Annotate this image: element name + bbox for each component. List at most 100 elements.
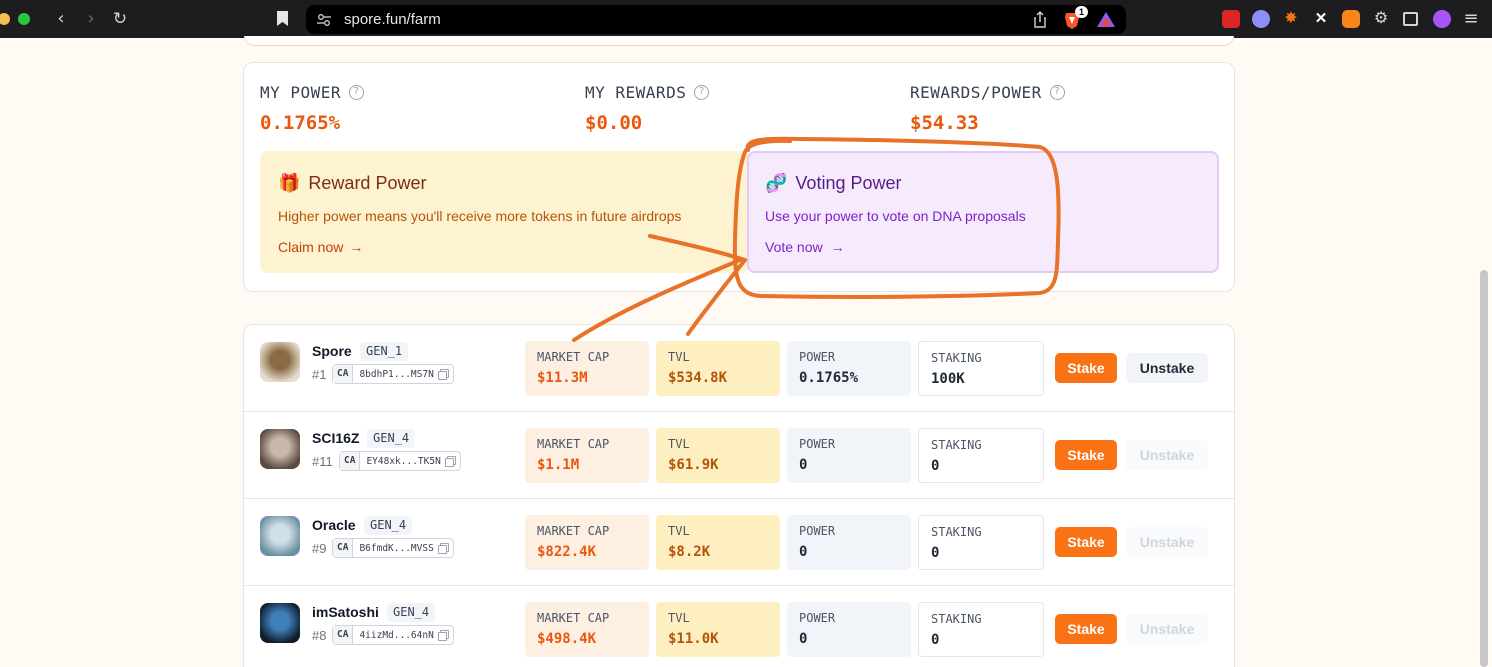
staking-cell: STAKING 0 xyxy=(918,602,1044,657)
browser-toolbar: ‹ › ↻ spore.fun/farm 1 ✸ ✕ ⚙ ≡ xyxy=(0,0,1492,38)
unstake-button[interactable]: Unstake xyxy=(1126,440,1208,470)
dna-icon: 🧬 xyxy=(765,173,788,193)
site-settings-icon[interactable] xyxy=(316,12,332,28)
reward-power-title: Reward Power xyxy=(308,173,427,193)
market-cap-label: MARKET CAP xyxy=(537,611,610,625)
stake-button[interactable]: Stake xyxy=(1055,527,1117,557)
window-minimize-button[interactable] xyxy=(0,13,10,25)
extensions-puzzle-icon[interactable]: ⚙ xyxy=(1372,10,1390,28)
help-icon[interactable]: ? xyxy=(1049,85,1065,100)
help-icon[interactable]: ? xyxy=(694,85,710,100)
copy-icon[interactable] xyxy=(444,456,456,467)
tvl-value: $8.2K xyxy=(668,544,711,560)
contract-address-box[interactable]: CA B6fmdK...MVSS xyxy=(332,538,454,558)
market-cap-value: $822.4K xyxy=(537,544,597,560)
contract-address-box[interactable]: CA EY48xk...TK5N xyxy=(339,451,461,471)
stake-button[interactable]: Stake xyxy=(1055,440,1117,470)
my-rewards-value: $0.00 xyxy=(585,112,643,134)
staking-cell: STAKING 0 xyxy=(918,515,1044,570)
extension-ghost-icon[interactable] xyxy=(1252,10,1270,28)
generation-badge: GEN_4 xyxy=(367,429,416,448)
tvl-cell: TVL $11.0K xyxy=(656,602,780,657)
unstake-button[interactable]: Unstake xyxy=(1126,527,1208,557)
reward-power-panel: 🎁 Reward Power Higher power means you'll … xyxy=(260,151,750,273)
token-avatar xyxy=(260,429,300,469)
menu-icon[interactable]: ≡ xyxy=(1460,8,1482,30)
token-name[interactable]: Oracle xyxy=(312,517,356,533)
contract-address-box[interactable]: CA 4iizMd...64nN xyxy=(332,625,454,645)
contract-address: 4iizMd...64nN xyxy=(359,629,434,641)
my-power-value: 0.1765% xyxy=(260,112,341,134)
share-icon[interactable] xyxy=(1030,10,1050,30)
market-cap-cell: MARKET CAP $1.1M xyxy=(525,428,649,483)
help-icon[interactable]: ? xyxy=(349,85,365,100)
rewards-per-power-value: $54.33 xyxy=(910,112,979,134)
arrow-right-icon: → xyxy=(830,239,845,255)
contract-address: EY48xk...TK5N xyxy=(366,455,441,467)
tvl-label: TVL xyxy=(668,437,690,451)
generation-badge: GEN_1 xyxy=(360,342,409,361)
metamask-icon[interactable] xyxy=(1342,10,1360,28)
staking-label: STAKING xyxy=(931,438,982,452)
staking-value: 0 xyxy=(931,545,940,561)
stake-button[interactable]: Stake xyxy=(1055,353,1117,383)
copy-icon[interactable] xyxy=(437,543,449,554)
profile-avatar-icon[interactable] xyxy=(1433,10,1451,28)
power-label: POWER xyxy=(799,350,836,364)
window-zoom-button[interactable] xyxy=(18,13,30,25)
staking-value: 0 xyxy=(931,458,940,474)
bookmark-icon[interactable] xyxy=(276,10,289,27)
reload-icon[interactable]: ↻ xyxy=(109,8,131,30)
token-name[interactable]: SCI16Z xyxy=(312,430,359,446)
power-cell: POWER 0 xyxy=(787,602,911,657)
market-cap-cell: MARKET CAP $11.3M xyxy=(525,341,649,396)
power-value: 0 xyxy=(799,631,808,647)
power-label: POWER xyxy=(799,437,836,451)
token-avatar xyxy=(260,342,300,382)
sidebar-toggle-icon[interactable] xyxy=(1403,12,1418,26)
market-cap-cell: MARKET CAP $498.4K xyxy=(525,602,649,657)
address-bar[interactable]: spore.fun/farm 1 xyxy=(306,5,1126,34)
my-power-stat: MY POWER? 0.1765% xyxy=(260,83,365,134)
token-rank: #1 xyxy=(312,367,327,382)
tvl-value: $61.9K xyxy=(668,457,719,473)
table-row: imSatoshi GEN_4 #8 CA 4iizMd...64nN MARK… xyxy=(244,586,1234,667)
vote-now-link[interactable]: Vote now → xyxy=(765,239,845,255)
previous-card-bottom xyxy=(244,36,1234,46)
power-cell: POWER 0.1765% xyxy=(787,341,911,396)
brave-rewards-icon[interactable] xyxy=(1096,10,1116,30)
unstake-button[interactable]: Unstake xyxy=(1126,614,1208,644)
token-name[interactable]: imSatoshi xyxy=(312,604,379,620)
url-text[interactable]: spore.fun/farm xyxy=(344,11,441,28)
forward-icon[interactable]: › xyxy=(80,8,102,30)
token-rank: #9 xyxy=(312,541,327,556)
brave-shields-badge: 1 xyxy=(1075,6,1088,18)
stake-button[interactable]: Stake xyxy=(1055,614,1117,644)
table-row: SCI16Z GEN_4 #11 CA EY48xk...TK5N MARKET… xyxy=(244,412,1234,499)
ca-tag: CA xyxy=(333,539,354,557)
power-value: 0 xyxy=(799,457,808,473)
unstake-button[interactable]: Unstake xyxy=(1126,353,1208,383)
tvl-cell: TVL $534.8K xyxy=(656,341,780,396)
contract-address-box[interactable]: CA 8bdhP1...MS7N xyxy=(332,364,454,384)
extension-1-icon[interactable] xyxy=(1222,10,1240,28)
token-avatar xyxy=(260,603,300,643)
extension-x-icon[interactable]: ✕ xyxy=(1312,10,1330,28)
staking-value: 100K xyxy=(931,371,965,387)
page-scrollbar[interactable] xyxy=(1480,270,1488,667)
back-icon[interactable]: ‹ xyxy=(50,8,72,30)
staking-label: STAKING xyxy=(931,351,982,365)
staking-cell: STAKING 100K xyxy=(918,341,1044,396)
ca-tag: CA xyxy=(340,452,361,470)
extension-burst-icon[interactable]: ✸ xyxy=(1282,10,1300,28)
tvl-cell: TVL $8.2K xyxy=(656,515,780,570)
claim-now-link[interactable]: Claim now → xyxy=(278,239,363,255)
copy-icon[interactable] xyxy=(437,369,449,380)
claim-now-label: Claim now xyxy=(278,239,344,255)
token-name[interactable]: Spore xyxy=(312,343,352,359)
copy-icon[interactable] xyxy=(437,630,449,641)
market-cap-value: $11.3M xyxy=(537,370,588,386)
contract-address: B6fmdK...MVSS xyxy=(359,542,434,554)
voting-power-title: Voting Power xyxy=(795,173,902,193)
my-power-label: MY POWER xyxy=(260,83,342,102)
